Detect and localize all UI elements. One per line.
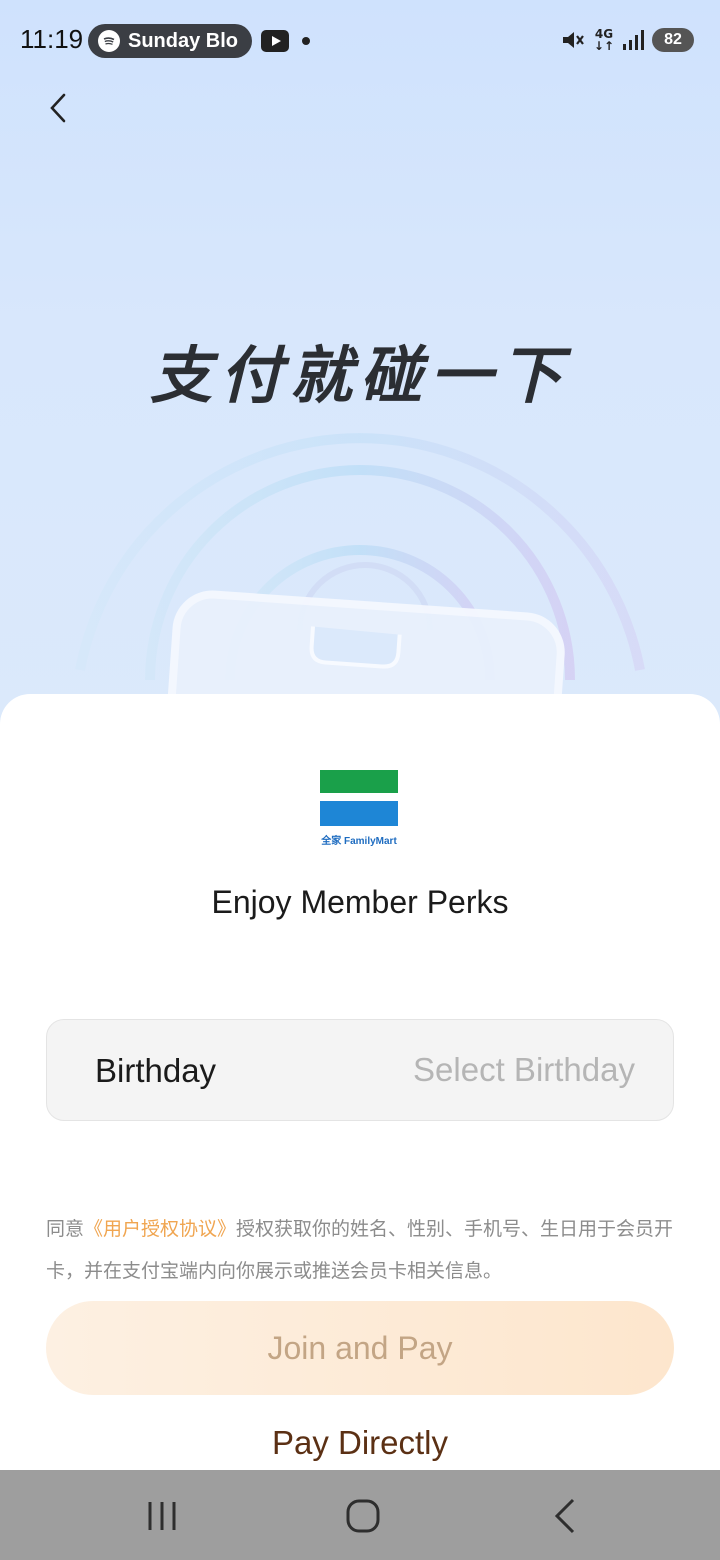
- mute-icon: [562, 32, 584, 48]
- agreement-prefix: 同意: [46, 1218, 85, 1240]
- home-icon[interactable]: [343, 1496, 383, 1536]
- hero-banner: 支付就碰一下: [0, 0, 720, 730]
- page-title: Enjoy Member Perks: [211, 884, 509, 920]
- recent-apps-icon[interactable]: [142, 1496, 182, 1536]
- pay-directly-button[interactable]: Pay Directly: [0, 1424, 720, 1462]
- signal-icon: [623, 30, 644, 50]
- user-agreement-link[interactable]: 《用户授权协议》: [84, 1218, 236, 1240]
- logo-green-stripe: [320, 770, 398, 793]
- network-label: 4G: [594, 27, 614, 41]
- status-bar: 11:19 Sunday Blo 4G ↓↑ 82: [0, 0, 720, 82]
- birthday-label: Birthday: [95, 1052, 217, 1089]
- notification-dot-icon: [302, 37, 310, 45]
- birthday-placeholder: Select Birthday: [413, 1051, 635, 1088]
- battery-indicator: 82: [652, 28, 694, 52]
- status-time: 11:19: [20, 24, 84, 54]
- hero-slogan: 支付就碰一下: [149, 339, 570, 412]
- media-indicator[interactable]: Sunday Blo: [88, 24, 252, 58]
- join-and-pay-button[interactable]: Join and Pay: [46, 1301, 674, 1395]
- nfc-rings-illustration: [75, 433, 645, 730]
- back-button[interactable]: [36, 86, 80, 130]
- spotify-icon: [98, 30, 120, 52]
- logo-blue-stripe: [320, 801, 398, 826]
- logo-text: 全家 FamilyMart: [321, 836, 397, 847]
- youtube-icon: [261, 30, 289, 52]
- media-title: Sunday Blo: [128, 29, 239, 52]
- system-nav-bar: [0, 1470, 720, 1560]
- birthday-field[interactable]: Birthday Select Birthday: [46, 1019, 674, 1121]
- familymart-logo: 全家 FamilyMart: [320, 770, 398, 850]
- chevron-left-icon: [50, 93, 66, 123]
- back-nav-icon[interactable]: [545, 1496, 585, 1536]
- network-type: 4G ↓↑: [593, 27, 614, 53]
- agreement-text: 同意《用户授权协议》授权获取你的姓名、性别、手机号、生日用于会员开卡，并在支付宝…: [46, 1208, 676, 1292]
